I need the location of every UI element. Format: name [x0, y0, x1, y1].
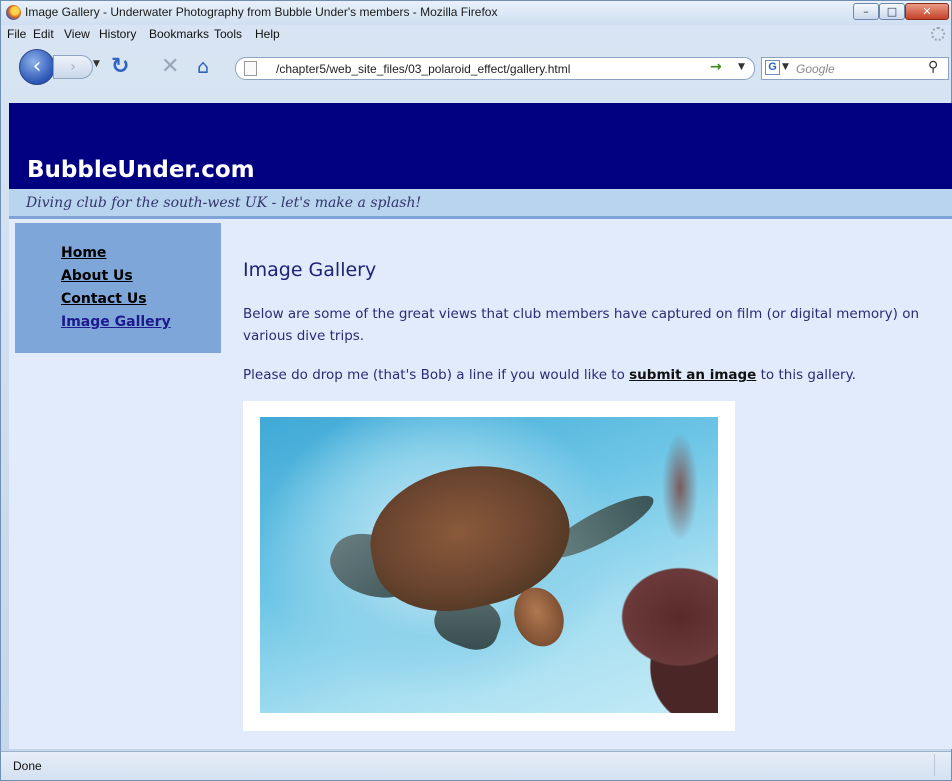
firefox-icon: [6, 5, 21, 20]
submit-image-link[interactable]: submit an image: [629, 367, 756, 383]
resize-grip[interactable]: [934, 754, 949, 776]
minimize-icon: –: [863, 5, 869, 18]
search-engine-dropdown-icon[interactable]: ▼: [782, 62, 789, 72]
maximize-icon: □: [886, 5, 898, 18]
status-text: Done: [13, 759, 42, 773]
intro-paragraph: Below are some of the great views that c…: [243, 306, 920, 344]
page-icon: [244, 61, 257, 76]
browser-window: Image Gallery - Underwater Photography f…: [0, 0, 952, 781]
nav-link-home[interactable]: Home: [61, 245, 106, 261]
nav-link-image-gallery[interactable]: Image Gallery: [61, 314, 171, 330]
status-bar: Done: [1, 751, 951, 780]
menu-help[interactable]: Help: [255, 27, 280, 41]
menu-bookmarks[interactable]: Bookmarks: [149, 27, 209, 41]
title-bar: Image Gallery - Underwater Photography f…: [1, 1, 951, 25]
menu-tools[interactable]: Tools: [214, 27, 242, 41]
throbber-icon: [931, 27, 945, 41]
url-bar[interactable]: /chapter5/web_site_files/03_polaroid_eff…: [235, 57, 755, 80]
search-icon[interactable]: ⚲: [928, 59, 938, 75]
menu-file[interactable]: File: [7, 27, 26, 41]
search-engine-icon[interactable]: G: [765, 60, 780, 75]
nav-link-contact-us[interactable]: Contact Us: [61, 291, 147, 307]
menu-edit[interactable]: Edit: [33, 27, 54, 41]
search-input[interactable]: [796, 60, 926, 77]
turtle-photo: [260, 417, 718, 713]
history-dropdown-icon[interactable]: ▼: [93, 59, 100, 69]
site-title: BubbleUnder.com: [27, 157, 255, 183]
url-dropdown-icon[interactable]: ▼: [738, 62, 745, 72]
go-arrow-icon[interactable]: →: [710, 59, 722, 75]
reload-icon[interactable]: ↻: [111, 54, 129, 79]
side-navigation: Home About Us Contact Us Image Gallery: [15, 223, 221, 353]
menu-history[interactable]: History: [99, 27, 136, 41]
close-icon: ✕: [922, 5, 932, 18]
submit-prefix: Please do drop me (that's Bob) a line if…: [243, 367, 630, 383]
tagline-band: Diving club for the south-west UK - let'…: [9, 189, 952, 219]
url-text[interactable]: /chapter5/web_site_files/03_polaroid_eff…: [276, 62, 570, 76]
forward-button[interactable]: ›: [53, 55, 93, 79]
menu-bar: File Edit View History Bookmarks Tools H…: [1, 25, 951, 43]
maximize-button[interactable]: □: [879, 3, 905, 20]
site-tagline: Diving club for the south-west UK - let'…: [26, 195, 422, 211]
home-icon[interactable]: ⌂: [197, 56, 209, 78]
stop-icon[interactable]: ✕: [161, 54, 179, 79]
window-title: Image Gallery - Underwater Photography f…: [25, 5, 498, 19]
close-button[interactable]: ✕: [905, 3, 949, 20]
menu-view[interactable]: View: [64, 27, 90, 41]
page-viewport: BubbleUnder.com Diving club for the sout…: [9, 103, 952, 749]
site-header: BubbleUnder.com: [9, 103, 952, 189]
submit-suffix: to this gallery.: [756, 367, 856, 383]
minimize-button[interactable]: –: [853, 3, 879, 20]
page-heading: Image Gallery: [243, 259, 377, 281]
polaroid-frame: [243, 401, 735, 731]
back-button[interactable]: ‹: [19, 49, 55, 85]
submit-paragraph: Please do drop me (that's Bob) a line if…: [243, 364, 952, 386]
nav-link-about-us[interactable]: About Us: [61, 268, 133, 284]
search-bar[interactable]: G ▼ ⚲: [761, 57, 949, 80]
